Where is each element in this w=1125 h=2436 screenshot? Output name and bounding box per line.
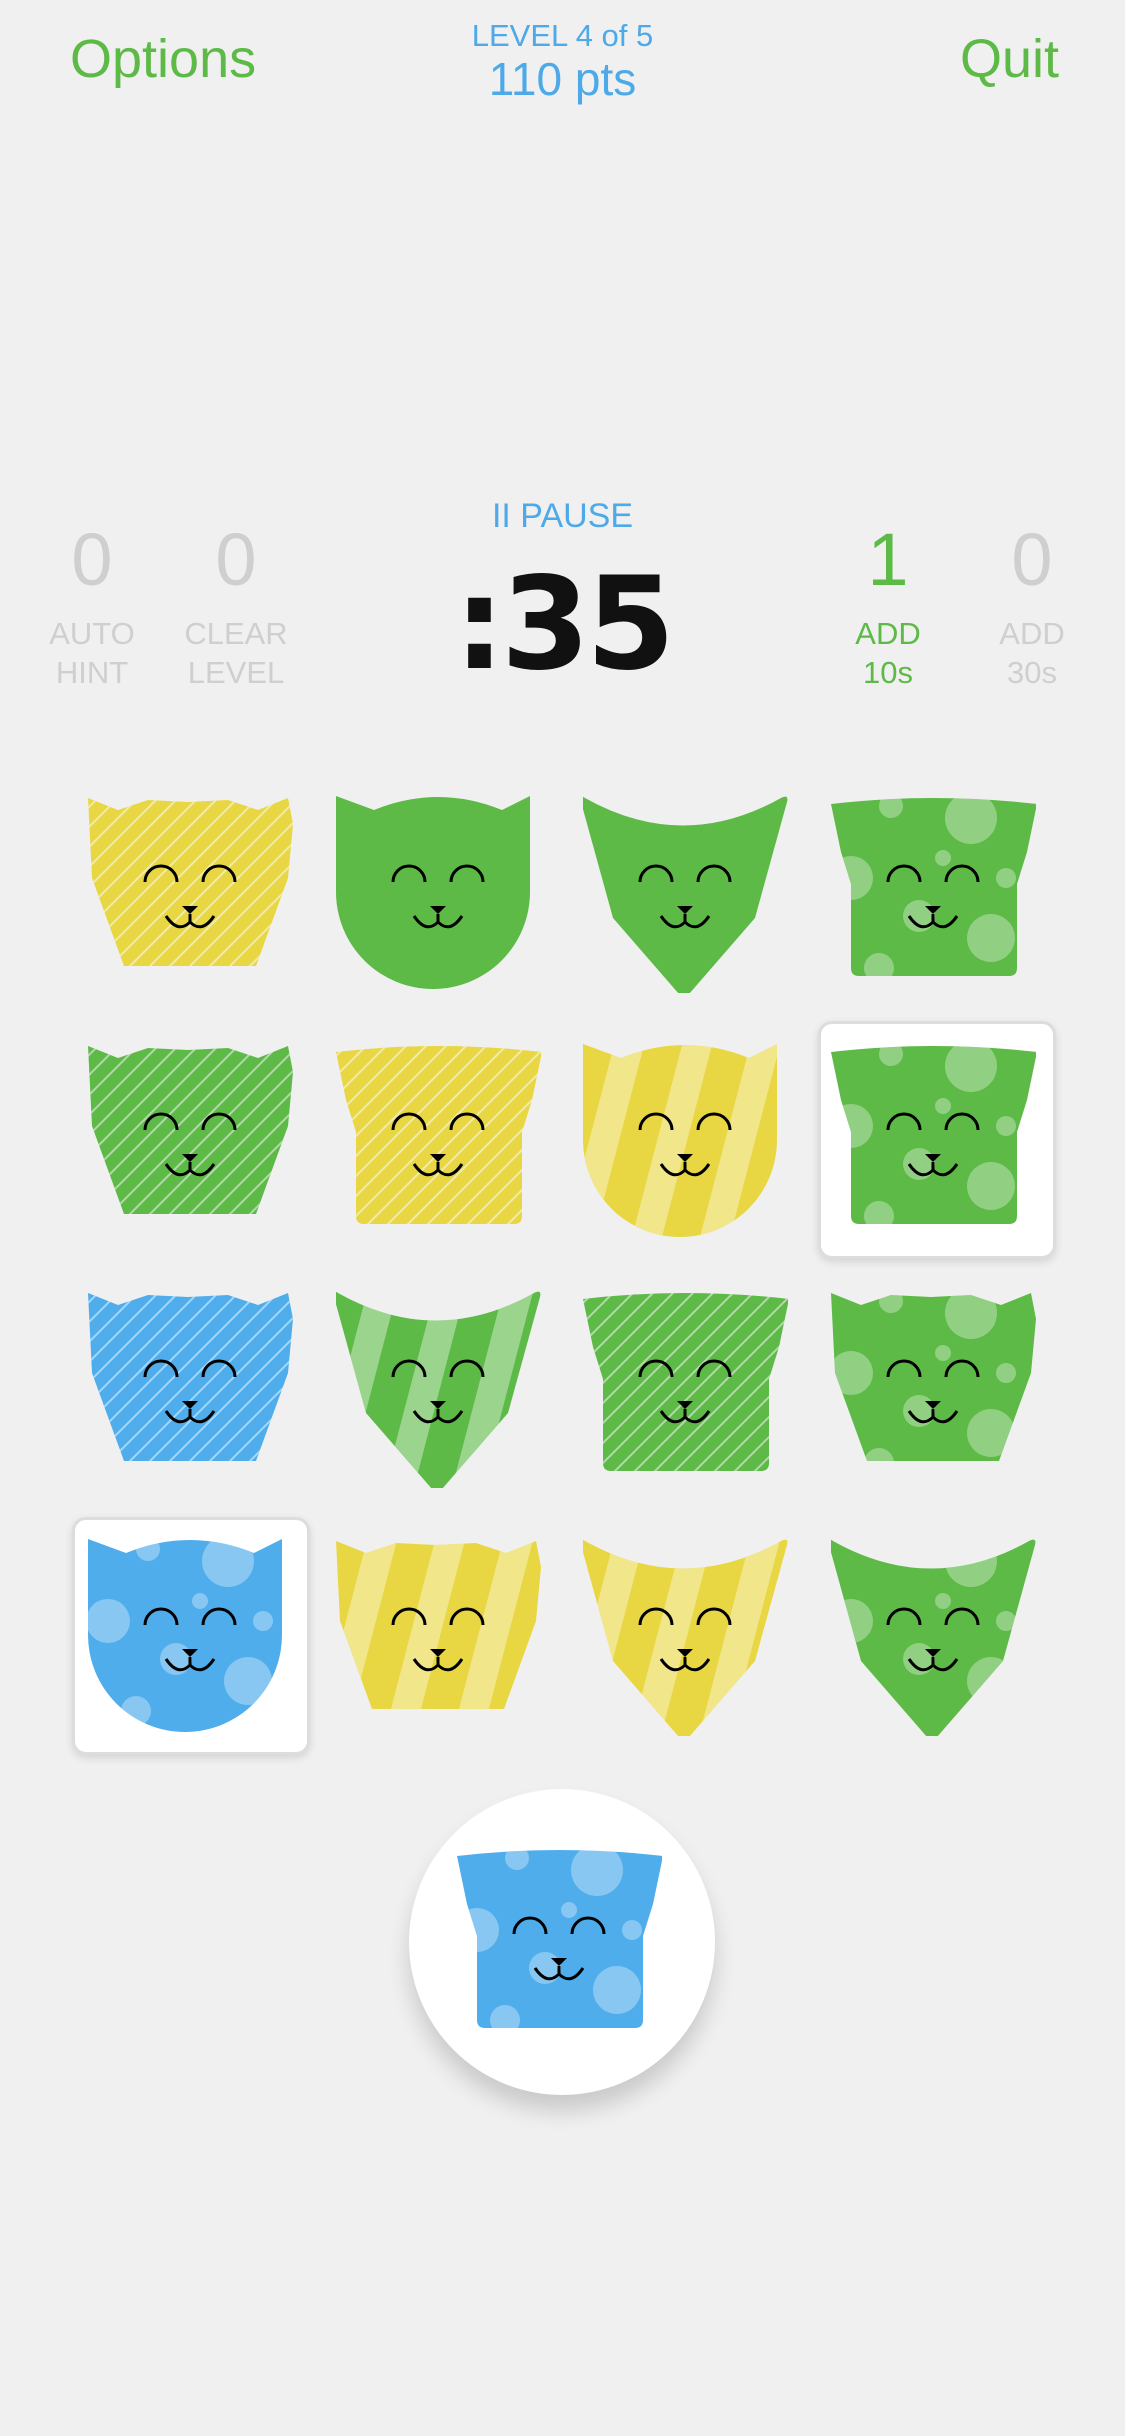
cat-tile-yellow-stripes-pointy-ears[interactable]	[336, 1531, 541, 1736]
quit-button[interactable]: Quit	[960, 28, 1059, 90]
cat-tile-green-plain-round-ears[interactable]	[336, 788, 541, 993]
cat-tile-yellow-lines-pointy-ears[interactable]	[88, 788, 293, 993]
cat-tile-green-lines-pointy-ears[interactable]	[88, 1036, 293, 1241]
cat-tile-green-dots-box-taper[interactable]	[831, 1036, 1036, 1241]
cat-tile-blue-lines-pointy-ears[interactable]	[88, 1283, 293, 1488]
cat-tile-green-stripes-v-wide[interactable]	[336, 1283, 541, 1488]
cat-tile-yellow-lines-box-taper[interactable]	[336, 1036, 541, 1241]
next-cat-tile	[457, 1840, 662, 2045]
cat-tile-yellow-stripes-v-wide[interactable]	[583, 1531, 788, 1736]
cat-tile-yellow-stripes-round-ears[interactable]	[583, 1036, 788, 1241]
cat-tile-green-dots-pointy-ears[interactable]	[831, 1283, 1036, 1488]
cat-tile-green-plain-v-wide[interactable]	[583, 788, 788, 993]
points-display: 110 pts	[488, 53, 637, 105]
pause-button[interactable]: II PAUSE	[0, 497, 1125, 536]
countdown-timer: :35	[453, 550, 675, 699]
cat-tile-green-dots-v-wide[interactable]	[831, 1531, 1036, 1736]
level-indicator: LEVEL 4 of 5	[471, 18, 654, 53]
cat-tile-green-lines-box-taper[interactable]	[583, 1283, 788, 1488]
next-tile-holder[interactable]	[409, 1789, 715, 2095]
cat-tile-blue-dots-round-ears[interactable]	[88, 1531, 293, 1736]
cat-tile-green-dots-box-taper[interactable]	[831, 788, 1036, 993]
